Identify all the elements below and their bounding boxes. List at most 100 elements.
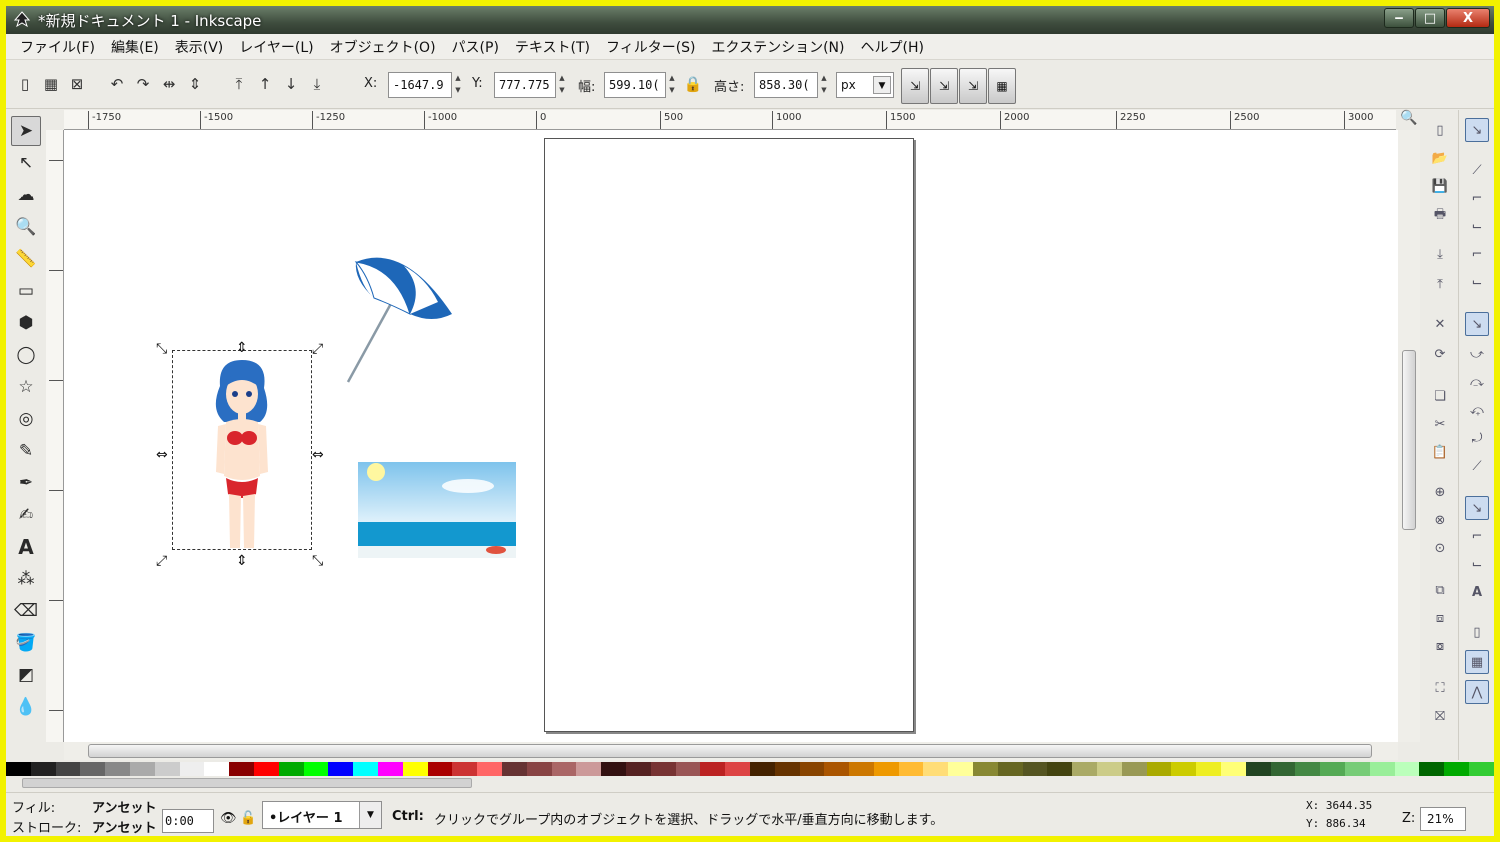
width-field[interactable]: 599.10( [604,72,666,98]
palette-swatch[interactable] [353,762,378,776]
zoom-field[interactable]: 21% [1420,807,1466,831]
palette-swatch[interactable] [1345,762,1370,776]
palette-swatch[interactable] [898,762,924,776]
snap-text-baseline-icon[interactable]: A [1465,580,1489,604]
horizontal-scrollbar[interactable] [64,742,1398,760]
menu-text[interactable]: テキスト(T) [507,37,598,57]
palette-swatch[interactable] [1097,762,1122,776]
dropper-tool-icon[interactable]: 💧 [11,692,41,722]
rotate-cw-icon[interactable]: ↷ [132,73,154,95]
palette-swatch[interactable] [377,762,403,776]
palette-scroll-thumb[interactable] [22,778,472,788]
palette-swatch[interactable] [1245,762,1271,776]
snap-grid-icon[interactable]: ▦ [1465,650,1489,674]
palette-swatch[interactable] [873,762,899,776]
beach-umbrella-image[interactable] [334,248,454,388]
palette-swatch[interactable] [129,762,155,776]
palette-swatch[interactable] [1072,762,1098,776]
palette-swatch[interactable] [1369,762,1395,776]
palette-swatch[interactable] [700,762,726,776]
paste-icon[interactable]: 📋 [1428,440,1452,464]
palette-swatch[interactable] [1171,762,1197,776]
duplicate-icon[interactable]: ⧉ [1428,578,1452,602]
snap-bbox-midpoint-icon[interactable]: ⌐ [1465,242,1489,266]
menu-path[interactable]: パス(P) [444,37,507,57]
maximize-button[interactable]: □ [1415,8,1445,28]
palette-swatch[interactable] [55,762,81,776]
menu-view[interactable]: 表示(V) [167,37,232,57]
menu-file[interactable]: ファイル(F) [12,37,103,57]
palette-swatch[interactable] [923,762,949,776]
vertical-ruler[interactable] [46,130,64,742]
resize-handle-s[interactable]: ⇕ [236,554,248,568]
palette-swatch[interactable] [204,762,230,776]
palette-swatch[interactable] [1221,762,1246,776]
palette-swatch[interactable] [650,762,676,776]
palette-swatch[interactable] [799,762,825,776]
x-field[interactable]: -1647.9 [388,72,452,98]
resize-handle-ne[interactable]: ⤢ [312,342,323,356]
stroke-indicator[interactable]: アンセット [92,817,156,836]
layer-select[interactable]: •レイヤー 1 ▼ [262,801,382,829]
print-icon[interactable]: 🖶 [1428,204,1452,228]
girl-character-image[interactable] [202,356,282,550]
palette-swatch[interactable] [501,762,527,776]
palette-swatch[interactable] [948,762,974,776]
menu-object[interactable]: オブジェクト(O) [322,37,444,57]
palette-swatch[interactable] [997,762,1023,776]
fill-indicator[interactable]: アンセット [92,797,156,816]
scale-corners-toggle[interactable]: ⇲ [930,68,958,104]
snap-nodes-icon[interactable]: ↘ [1465,312,1489,336]
save-icon[interactable]: 💾 [1428,174,1452,198]
palette-swatch[interactable] [601,762,626,776]
palette-scrollbar[interactable] [6,776,1494,790]
transform-gradient-toggle[interactable]: ⇲ [959,68,987,104]
palette-swatch[interactable] [30,762,56,776]
node-tool-icon[interactable]: ↖ [11,148,41,178]
star-tool-icon[interactable]: ☆ [11,372,41,402]
close-button[interactable]: X [1446,8,1490,28]
copy-icon[interactable]: ❏ [1428,384,1452,408]
pencil-tool-icon[interactable]: ✎ [11,436,41,466]
horizontal-scroll-thumb[interactable] [88,744,1372,758]
group-icon[interactable]: ⛶ [1428,676,1452,700]
palette-swatch[interactable] [1295,762,1321,776]
lower-icon[interactable]: ↓ [280,73,302,95]
height-spinner-icon[interactable]: ▲ ▼ [819,72,829,98]
scale-stroke-toggle[interactable]: ⇲ [901,68,929,104]
palette-swatch[interactable] [179,762,205,776]
menu-filters[interactable]: フィルター(S) [598,37,704,57]
export-icon[interactable]: ⤒ [1428,272,1452,296]
minimize-button[interactable]: ‒ [1384,8,1414,28]
open-file-icon[interactable]: 📂 [1428,146,1452,170]
palette-swatch[interactable] [1270,762,1296,776]
palette-swatch[interactable] [576,762,602,776]
snap-bbox-icon[interactable]: ⟋ [1465,158,1489,182]
select-all-layers-icon[interactable]: ▦ [40,73,62,95]
snap-rotation-center-icon[interactable]: ⌙ [1465,552,1489,576]
calligraphy-tool-icon[interactable]: ✍ [11,500,41,530]
zoom-drawing-icon[interactable]: ⊗ [1428,508,1452,532]
spray-tool-icon[interactable]: ⁂ [11,564,41,594]
palette-swatch[interactable] [80,762,106,776]
palette-swatch[interactable] [229,762,254,776]
palette-swatch[interactable] [253,762,279,776]
lower-to-bottom-icon[interactable]: ⤓ [306,73,328,95]
palette-swatch[interactable] [526,762,552,776]
zoom-tool-icon[interactable]: 🔍 [11,212,41,242]
palette-swatch[interactable] [1121,762,1147,776]
menu-layer[interactable]: レイヤー(L) [231,37,321,57]
3d-box-tool-icon[interactable]: ⬢ [11,308,41,338]
palette-swatch[interactable] [105,762,130,776]
color-palette[interactable] [6,762,1494,776]
height-field[interactable]: 858.30( [754,72,818,98]
new-document-icon[interactable]: ▯ [1428,118,1452,142]
y-spinner-icon[interactable]: ▲ ▼ [557,72,567,98]
drawing-canvas[interactable]: ⤡ ⇕ ⤢ ⇔ ⇔ ⤢ ⇕ ⤡ [64,130,1398,742]
deselect-icon[interactable]: ⊠ [66,73,88,95]
x-spinner-icon[interactable]: ▲ ▼ [453,72,463,98]
width-spinner-icon[interactable]: ▲ ▼ [667,72,677,98]
palette-swatch[interactable] [303,762,329,776]
resize-handle-sw[interactable]: ⤢ [156,554,167,568]
snap-midpoints-icon[interactable]: ⟋ [1465,454,1489,478]
